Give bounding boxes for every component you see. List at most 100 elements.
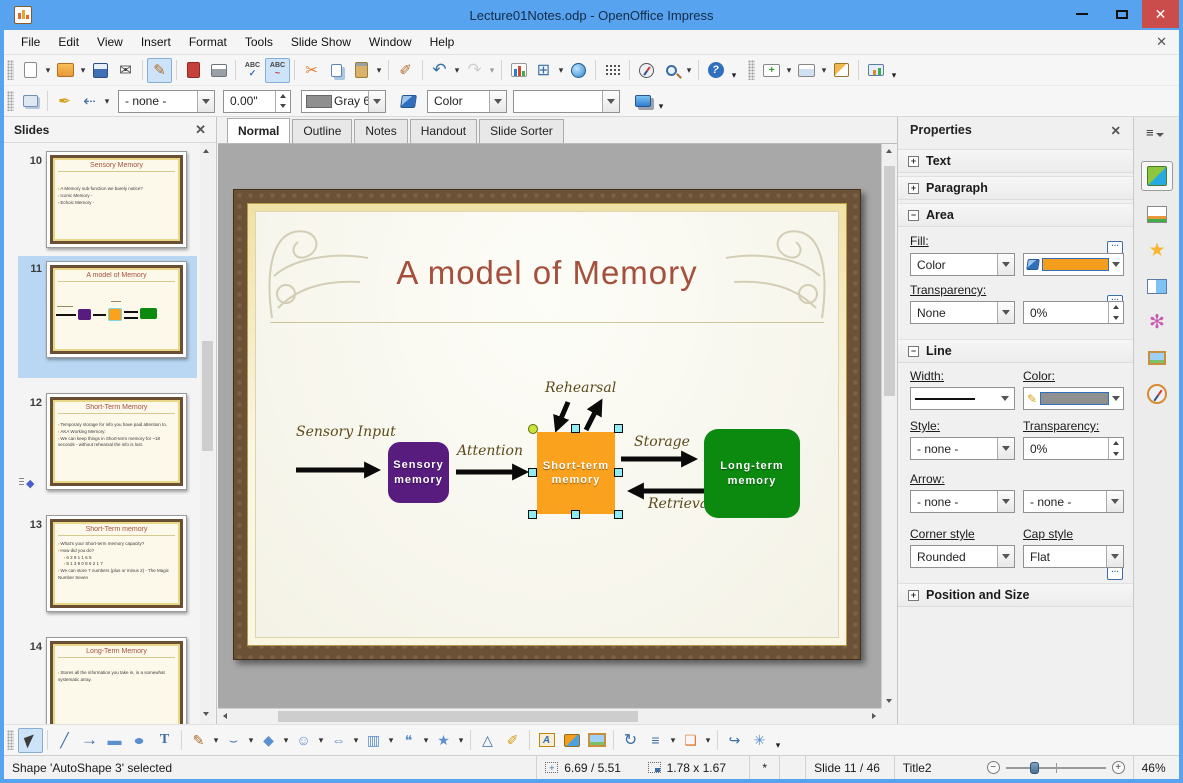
expand-icon[interactable]: +	[908, 182, 919, 194]
slide-thumbnail-14[interactable]: Long-Term Memory ▪Stores all the informa…	[46, 637, 187, 724]
flowchart-dropdown-arrow[interactable]: ▾	[386, 728, 396, 753]
long-term-memory-box[interactable]: Long-term memory	[704, 429, 800, 518]
tab-slide-sorter[interactable]: Slide Sorter	[479, 119, 564, 143]
status-position[interactable]: +6.69 / 5.51	[537, 756, 639, 779]
callouts-dropdown-arrow[interactable]: ▾	[421, 728, 431, 753]
menu-help[interactable]: Help	[421, 31, 464, 53]
rectangle-tool[interactable]: ▬	[102, 728, 127, 753]
tab-master-pages[interactable]	[1141, 199, 1173, 229]
arrow-start-select[interactable]: - none -	[910, 490, 1015, 513]
tab-outline[interactable]: Outline	[292, 119, 353, 143]
connector-dropdown-arrow[interactable]: ▾	[246, 728, 256, 753]
zoom-button[interactable]	[659, 58, 684, 83]
position-size-button[interactable]	[18, 89, 43, 114]
curve-tool[interactable]: ✎	[186, 728, 211, 753]
dropdown-button[interactable]	[997, 438, 1014, 459]
slides-panel-close-icon[interactable]: ✕	[195, 122, 206, 138]
selection-handle[interactable]	[528, 510, 537, 519]
print-button[interactable]	[206, 58, 231, 83]
new-slide-dropdown-arrow[interactable]: ▾	[784, 58, 794, 83]
menu-file[interactable]: File	[12, 31, 49, 53]
line-style-select[interactable]: - none -	[118, 89, 215, 113]
new-dropdown-arrow[interactable]: ▾	[43, 58, 53, 83]
expand-icon[interactable]: +	[908, 155, 919, 167]
gallery-button[interactable]	[584, 728, 609, 753]
slide-thumbnail-10[interactable]: Sensory Memory ▪A Memory sub-function we…	[46, 151, 187, 248]
tab-slide-transition[interactable]	[1141, 271, 1173, 301]
slide-layout-button[interactable]	[794, 58, 819, 83]
section-area[interactable]: − Area …	[898, 203, 1133, 308]
zoom-slider-thumb[interactable]	[1029, 761, 1039, 774]
paste-button[interactable]	[349, 58, 374, 83]
section-paragraph[interactable]: + Paragraph …	[898, 176, 1133, 254]
menu-window[interactable]: Window	[360, 31, 421, 53]
line-style-dropdown[interactable]	[197, 90, 214, 112]
menu-tools[interactable]: Tools	[236, 31, 282, 53]
minimize-button[interactable]	[1062, 0, 1102, 28]
fill-value-select[interactable]	[513, 89, 620, 113]
maximize-button[interactable]	[1102, 0, 1142, 28]
selection-handle[interactable]	[528, 468, 537, 477]
arrow-tool[interactable]: →	[77, 728, 102, 753]
dropdown-button[interactable]	[1106, 491, 1123, 512]
format-paintbrush-button[interactable]: ✐	[393, 58, 418, 83]
toolbar-grip[interactable]	[7, 730, 14, 750]
arrow-end-select[interactable]: - none -	[1023, 490, 1124, 513]
tab-effects[interactable]: ✻	[1141, 307, 1173, 337]
menu-slide-show[interactable]: Slide Show	[282, 31, 360, 53]
cap-style-select[interactable]: Flat	[1023, 545, 1124, 568]
tab-gallery[interactable]	[1141, 343, 1173, 373]
ellipse-tool[interactable]: ●	[127, 728, 152, 753]
slide-thumbnail-11[interactable]: A model of Memory	[46, 261, 187, 358]
menu-view[interactable]: View	[88, 31, 132, 53]
selection-handle[interactable]	[571, 424, 580, 433]
area-style-button[interactable]	[396, 89, 421, 114]
toolbar-grip[interactable]	[7, 60, 14, 80]
dropdown-button[interactable]	[997, 491, 1014, 512]
expand-icon[interactable]: +	[908, 589, 919, 601]
chevron-down-icon[interactable]	[1112, 262, 1120, 267]
horizontal-scrollbar[interactable]	[218, 708, 881, 724]
glue-points-tool[interactable]: ✐	[500, 728, 525, 753]
display-grid-button[interactable]	[600, 58, 625, 83]
label-storage[interactable]: Storage	[634, 434, 690, 450]
undo-dropdown-arrow[interactable]: ▾	[452, 58, 462, 83]
line-width-stepper[interactable]: 0.00"	[223, 89, 291, 113]
redo-dropdown-arrow[interactable]: ▾	[487, 58, 497, 83]
rotation-handle[interactable]	[528, 424, 538, 434]
symbol-shapes-tool[interactable]: ☺	[291, 728, 316, 753]
spinner-buttons[interactable]	[1108, 302, 1123, 323]
scrollbar-thumb[interactable]	[278, 711, 638, 722]
spin-down-icon[interactable]	[1109, 313, 1123, 324]
collapse-icon[interactable]: −	[908, 345, 919, 357]
status-style[interactable]: Title2	[895, 756, 979, 779]
scrollbar-thumb[interactable]	[202, 341, 213, 451]
section-text[interactable]: + Text …	[898, 149, 1133, 200]
toolbar-overflow-arrow[interactable]: ▾	[888, 58, 900, 83]
selection-handle[interactable]	[571, 510, 580, 519]
short-term-memory-box[interactable]: Short-term memory	[537, 432, 615, 514]
interaction-button[interactable]: ↪	[722, 728, 747, 753]
select-tool[interactable]: ◤	[18, 727, 43, 753]
copy-button[interactable]	[324, 58, 349, 83]
line-dialog-launcher-icon[interactable]: …	[1107, 566, 1123, 580]
slide-show-button[interactable]	[863, 58, 888, 83]
paste-dropdown-arrow[interactable]: ▾	[374, 58, 384, 83]
vertical-scrollbar[interactable]	[881, 144, 897, 708]
table-dropdown-arrow[interactable]: ▾	[556, 58, 566, 83]
zoom-out-button[interactable]: −	[986, 761, 1000, 774]
line-dialog-button[interactable]: ✒	[52, 89, 77, 114]
workspace[interactable]: A model of Memory Sensory Input Attentio…	[218, 144, 881, 708]
email-button[interactable]: ✉	[113, 58, 138, 83]
insert-chart-button[interactable]	[506, 58, 531, 83]
callouts-tool[interactable]: ❝	[396, 728, 421, 753]
fill-type-dropdown[interactable]	[489, 90, 506, 112]
line-color-picker[interactable]: ✎	[1023, 387, 1124, 410]
scroll-down-icon[interactable]	[203, 712, 209, 716]
scroll-up-icon[interactable]	[886, 149, 892, 153]
hyperlink-button[interactable]	[566, 58, 591, 83]
toolbar-overflow-arrow[interactable]: ▾	[728, 58, 740, 83]
tab-normal[interactable]: Normal	[227, 118, 291, 143]
fill-value-dropdown[interactable]	[602, 90, 619, 112]
zoom-slider[interactable]	[1005, 761, 1106, 774]
